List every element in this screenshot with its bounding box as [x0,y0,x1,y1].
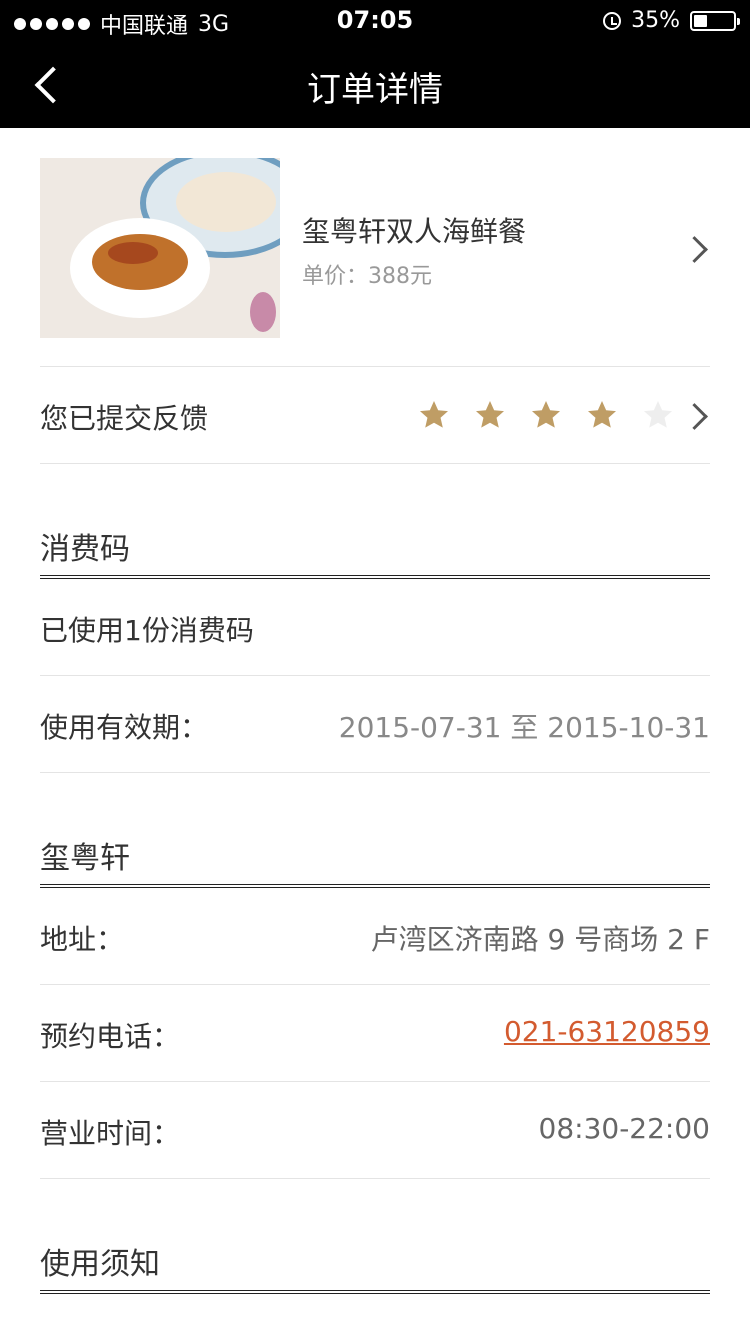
section-header-store: 玺粤轩 [40,773,710,888]
phone-row: 预约电话： 021-63120859 [40,985,710,1082]
chevron-right-icon [681,236,708,263]
section-header-notice: 使用须知 [40,1179,710,1294]
product-name: 玺粤轩双人海鲜餐 [302,215,527,248]
order-detail-content: 玺粤轩双人海鲜餐 单价：388元 您已提交反馈 消费码 已使用1份消费码 使用有… [40,128,710,1294]
hours-label: 营业时间： [40,1117,181,1150]
nav-bar: 订单详情 [0,40,750,128]
product-price: 单价：388元 [302,264,432,289]
validity-row: 使用有效期： 2015-07-31 至 2015-10-31 [40,676,710,773]
top-bar: 中国联通 3G 07:05 35% 订单详情 [0,0,750,128]
product-item[interactable]: 玺粤轩双人海鲜餐 单价：388元 [40,128,710,367]
chevron-right-icon [681,403,708,430]
code-used-text: 已使用1份消费码 [40,614,254,647]
food-photo-icon [40,158,280,338]
address-row: 地址： 卢湾区济南路 9 号商场 2 F [40,888,710,985]
phone-link[interactable]: 021-63120859 [504,1015,710,1048]
section-header-code: 消费码 [40,464,710,579]
section-title-code: 消费码 [40,532,130,567]
battery-icon [690,10,740,31]
star-filled-icon [476,401,504,428]
feedback-row[interactable]: 您已提交反馈 [40,367,710,464]
validity-label: 使用有效期： [40,711,209,744]
star-filled-icon [420,401,448,428]
hours-value: 08:30-22:00 [538,1112,711,1145]
page-title: 订单详情 [307,70,443,110]
feedback-label: 您已提交反馈 [40,402,209,435]
validity-value: 2015-07-31 至 2015-10-31 [338,711,710,744]
code-used-row: 已使用1份消费码 [40,579,710,676]
battery-percent: 35% [631,8,680,33]
alarm-icon [603,11,622,30]
rating-stars [418,399,674,431]
star-empty-icon [644,401,672,428]
address-label: 地址： [40,923,125,956]
star-filled-icon [532,401,560,428]
status-bar: 中国联通 3G 07:05 35% [0,0,750,40]
address-value: 卢湾区济南路 9 号商场 2 F [370,923,710,956]
star-filled-icon [588,401,616,428]
section-title-store: 玺粤轩 [40,841,130,876]
section-title-notice: 使用须知 [40,1247,160,1282]
phone-label: 预约电话： [40,1020,181,1053]
hours-row: 营业时间： 08:30-22:00 [40,1082,710,1179]
